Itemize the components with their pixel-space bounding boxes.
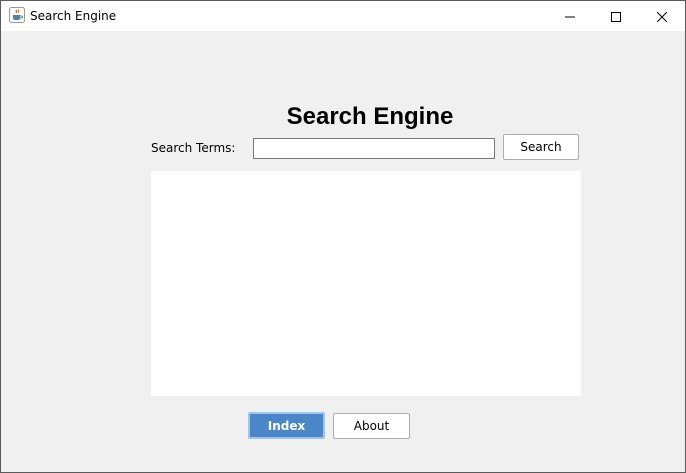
index-button[interactable]: Index: [248, 412, 325, 439]
about-button[interactable]: About: [333, 413, 410, 439]
window-title: Search Engine: [30, 9, 117, 23]
title-bar[interactable]: Search Engine: [1, 1, 685, 31]
app-window: Search Engine Search Engine Search Terms…: [0, 0, 686, 473]
java-cup-icon: [9, 7, 25, 23]
search-terms-label: Search Terms:: [151, 141, 236, 155]
close-icon: [656, 7, 668, 26]
maximize-button[interactable]: [593, 1, 639, 31]
close-button[interactable]: [639, 1, 685, 31]
maximize-icon: [611, 7, 621, 26]
minimize-button[interactable]: [547, 1, 593, 31]
page-title: Search Engine: [286, 103, 454, 130]
results-text-area[interactable]: [151, 171, 581, 396]
minimize-icon: [565, 7, 575, 26]
search-input[interactable]: [253, 138, 495, 159]
search-button[interactable]: Search: [503, 134, 579, 160]
